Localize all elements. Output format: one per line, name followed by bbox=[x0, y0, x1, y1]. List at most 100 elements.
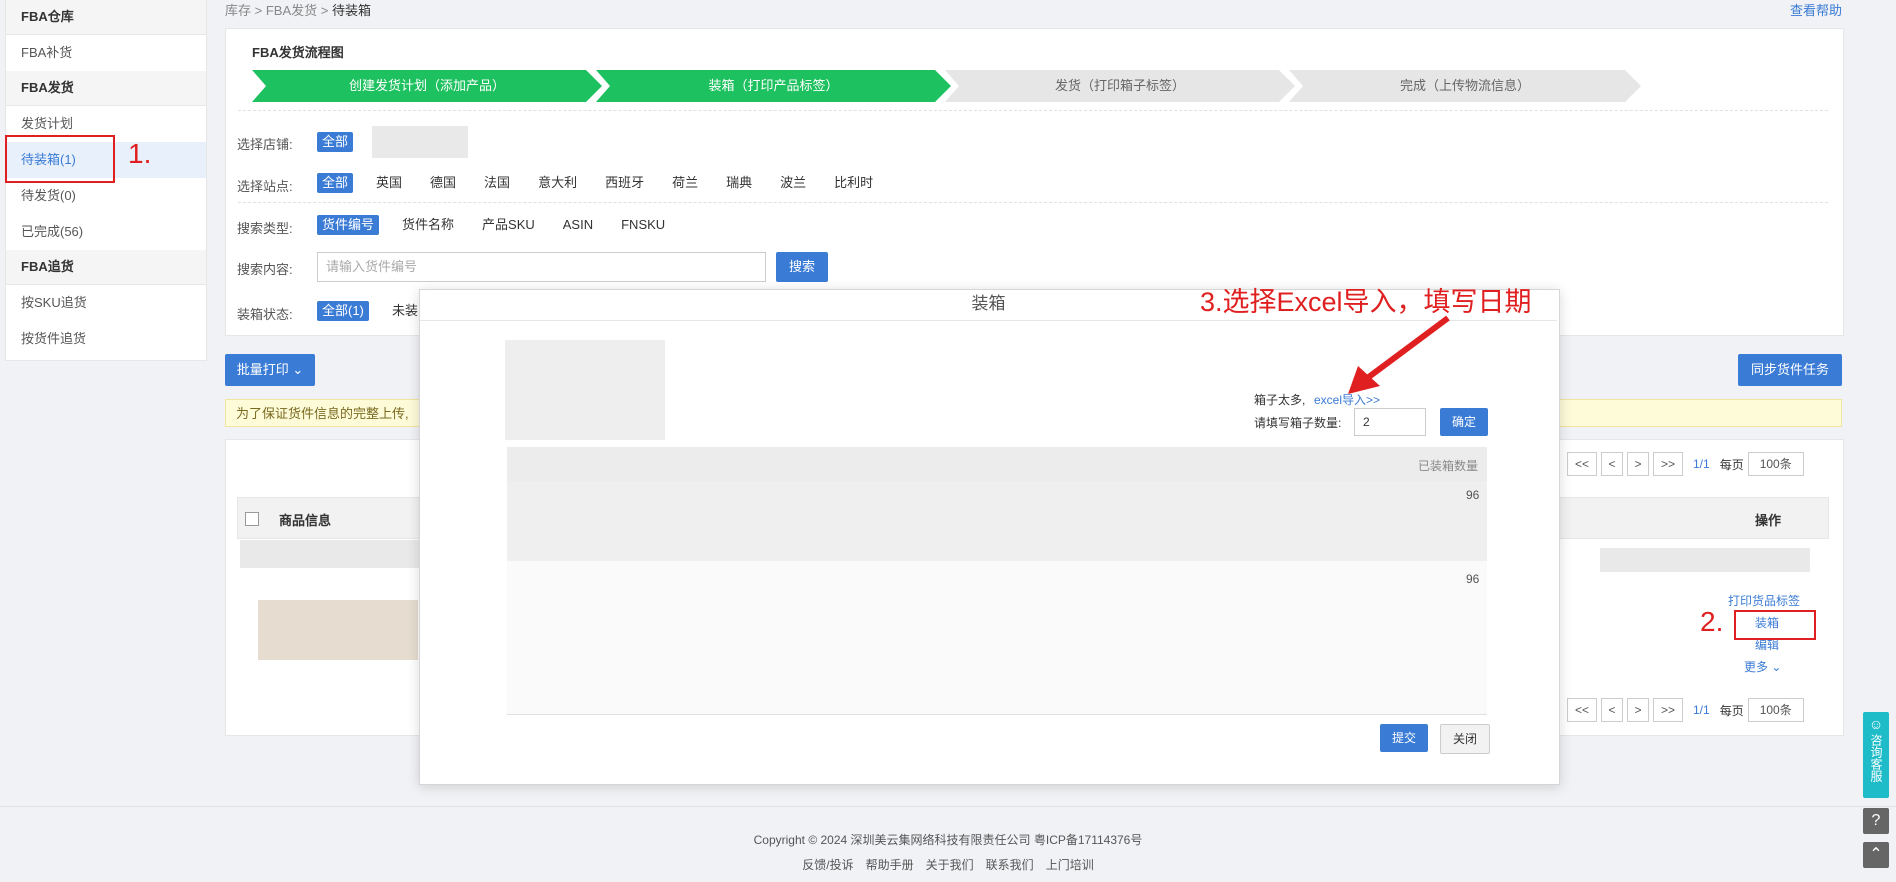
packed-count-value-2: 96 bbox=[1466, 572, 1480, 586]
packed-count-value-1: 96 bbox=[1466, 488, 1480, 502]
pager-last-button[interactable]: >> bbox=[1653, 452, 1683, 476]
back-to-top-icon[interactable]: ⌃ bbox=[1863, 842, 1889, 868]
pager-prev-button[interactable]: < bbox=[1601, 452, 1623, 476]
pager-bottom: << < > >> 1/1 每页 100条 bbox=[1567, 698, 1804, 722]
chevron-down-icon: ⌄ bbox=[292, 362, 304, 377]
pager-page-indicator: 1/1 bbox=[1693, 703, 1710, 717]
action-row-redacted bbox=[1600, 548, 1810, 572]
site-option-be[interactable]: 比利时 bbox=[829, 173, 878, 193]
flow-step-complete: 完成（上传物流信息） bbox=[1289, 70, 1641, 102]
search-button[interactable]: 搜索 bbox=[776, 252, 828, 282]
submit-button[interactable]: 提交 bbox=[1380, 724, 1428, 752]
box-count-confirm-button[interactable]: 确定 bbox=[1440, 408, 1488, 436]
pager-prev-button[interactable]: < bbox=[1601, 698, 1623, 722]
per-page-select[interactable]: 100条 bbox=[1747, 452, 1804, 476]
status-label: 装箱状态: bbox=[237, 307, 293, 322]
flow-step-create-plan: 创建发货计划（添加产品） bbox=[252, 70, 602, 102]
breadcrumb-item-inventory[interactable]: 库存 bbox=[225, 3, 251, 18]
site-option-all[interactable]: 全部 bbox=[317, 173, 354, 193]
sidebar-group-fba-tracking: FBA追货 bbox=[6, 250, 206, 285]
breadcrumb-item-fba-shipping[interactable]: FBA发货 bbox=[266, 3, 317, 18]
customer-service-label: 咨询客服 bbox=[1869, 734, 1883, 782]
divider bbox=[238, 202, 1828, 203]
select-all-checkbox[interactable] bbox=[245, 512, 259, 526]
pager-first-button[interactable]: << bbox=[1567, 452, 1597, 476]
pager-last-button[interactable]: >> bbox=[1653, 698, 1683, 722]
site-option-de[interactable]: 德国 bbox=[425, 173, 461, 193]
per-page-select[interactable]: 100条 bbox=[1747, 698, 1804, 722]
breadcrumb: 库存 > FBA发货 > 待装箱 bbox=[225, 3, 371, 18]
sidebar-item-fba-replenish[interactable]: FBA补货 bbox=[6, 35, 206, 71]
modal-too-many-text: 箱子太多, bbox=[1254, 393, 1306, 407]
pager-per-page-label: 每页 bbox=[1719, 457, 1744, 472]
annotation-label-1: 1. bbox=[128, 138, 152, 169]
pager-next-button[interactable]: > bbox=[1627, 452, 1649, 476]
annotation-arrow-icon bbox=[1348, 315, 1450, 394]
sidebar-group-fba-shipping: FBA发货 bbox=[6, 71, 206, 106]
print-product-label-link[interactable]: 打印货品标签 bbox=[1728, 592, 1800, 609]
box-count-input[interactable]: 2 bbox=[1354, 408, 1426, 436]
sync-shipment-button[interactable]: 同步货件任务 bbox=[1738, 354, 1842, 386]
search-type-sku[interactable]: 产品SKU bbox=[477, 215, 540, 235]
modal-shipment-info-redacted bbox=[505, 340, 665, 440]
pager-first-button[interactable]: << bbox=[1567, 698, 1597, 722]
status-option-unpacked[interactable]: 未装 bbox=[387, 301, 423, 321]
modal-row-redacted bbox=[507, 481, 1487, 561]
modal-table-header bbox=[507, 447, 1487, 481]
search-input[interactable]: 请输入货件编号 bbox=[317, 252, 766, 282]
sidebar-item-completed[interactable]: 已完成(56) bbox=[6, 214, 206, 250]
breadcrumb-item-current: 待装箱 bbox=[331, 3, 371, 18]
footer-link-feedback[interactable]: 反馈/投诉 bbox=[802, 856, 853, 873]
help-link[interactable]: 查看帮助 bbox=[1790, 0, 1842, 19]
status-option-all[interactable]: 全部(1) bbox=[317, 301, 369, 321]
footer-link-help-manual[interactable]: 帮助手册 bbox=[866, 856, 914, 873]
sidebar-item-track-by-shipment[interactable]: 按货件追货 bbox=[6, 321, 206, 357]
site-options: 全部 英国 德国 法国 意大利 西班牙 荷兰 瑞典 波兰 比利时 bbox=[317, 173, 878, 193]
site-option-pl[interactable]: 波兰 bbox=[775, 173, 811, 193]
modal-table-body bbox=[507, 561, 1487, 715]
site-option-es[interactable]: 西班牙 bbox=[600, 173, 649, 193]
store-option-all[interactable]: 全部 bbox=[317, 132, 354, 152]
store-thumbnail-redacted bbox=[372, 126, 468, 158]
col-action: 操作 bbox=[1755, 513, 1782, 528]
site-label: 选择站点: bbox=[237, 179, 293, 194]
footer-link-contact[interactable]: 联系我们 bbox=[986, 856, 1034, 873]
search-type-label: 搜索类型: bbox=[237, 221, 293, 236]
col-product-info: 商品信息 bbox=[279, 513, 332, 528]
site-option-fr[interactable]: 法国 bbox=[479, 173, 515, 193]
search-type-options: 货件编号 货件名称 产品SKU ASIN FNSKU bbox=[317, 215, 670, 235]
pager-page-indicator: 1/1 bbox=[1693, 457, 1710, 471]
pager-per-page-label: 每页 bbox=[1719, 703, 1744, 718]
site-option-it[interactable]: 意大利 bbox=[533, 173, 582, 193]
flow-title: FBA发货流程图 bbox=[252, 45, 344, 60]
site-option-uk[interactable]: 英国 bbox=[371, 173, 407, 193]
batch-print-button[interactable]: 批量打印 ⌄ bbox=[225, 354, 315, 386]
search-type-shipment-name[interactable]: 货件名称 bbox=[397, 215, 459, 235]
pager-next-button[interactable]: > bbox=[1627, 698, 1649, 722]
customer-service-button[interactable]: ☺ 咨询客服 bbox=[1863, 712, 1889, 798]
pager-top: << < > >> 1/1 每页 100条 bbox=[1567, 452, 1804, 476]
search-type-shipment-id[interactable]: 货件编号 bbox=[317, 215, 380, 235]
box-count-label: 请填写箱子数量: bbox=[1254, 416, 1342, 430]
flow-step-ship: 发货（打印箱子标签） bbox=[945, 70, 1295, 102]
annotation-box-1 bbox=[5, 135, 115, 183]
site-option-se[interactable]: 瑞典 bbox=[721, 173, 757, 193]
more-dropdown[interactable]: 更多 ⌄ bbox=[1744, 658, 1781, 675]
site-option-nl[interactable]: 荷兰 bbox=[667, 173, 703, 193]
help-icon[interactable]: ? bbox=[1863, 808, 1889, 834]
footer-link-about[interactable]: 关于我们 bbox=[926, 856, 974, 873]
divider bbox=[238, 110, 1828, 111]
footer-link-training[interactable]: 上门培训 bbox=[1046, 856, 1094, 873]
flow-step-packing: 装箱（打印产品标签） bbox=[596, 70, 951, 102]
search-type-asin[interactable]: ASIN bbox=[558, 215, 598, 235]
close-button[interactable]: 关闭 bbox=[1440, 724, 1490, 754]
headset-icon: ☺ bbox=[1868, 716, 1884, 732]
footer-copyright: Copyright © 2024 深圳美云集网络科技有限责任公司 粤ICP备17… bbox=[753, 833, 1143, 847]
search-type-fnsku[interactable]: FNSKU bbox=[616, 215, 670, 235]
sidebar-item-track-by-sku[interactable]: 按SKU追货 bbox=[6, 285, 206, 321]
sidebar-item-pending-shipment[interactable]: 待发货(0) bbox=[6, 178, 206, 214]
footer-links: 反馈/投诉 帮助手册 关于我们 联系我们 上门培训 bbox=[0, 856, 1896, 873]
annotation-box-2 bbox=[1734, 610, 1816, 640]
store-label: 选择店铺: bbox=[237, 137, 293, 152]
search-content-label: 搜索内容: bbox=[237, 262, 293, 277]
